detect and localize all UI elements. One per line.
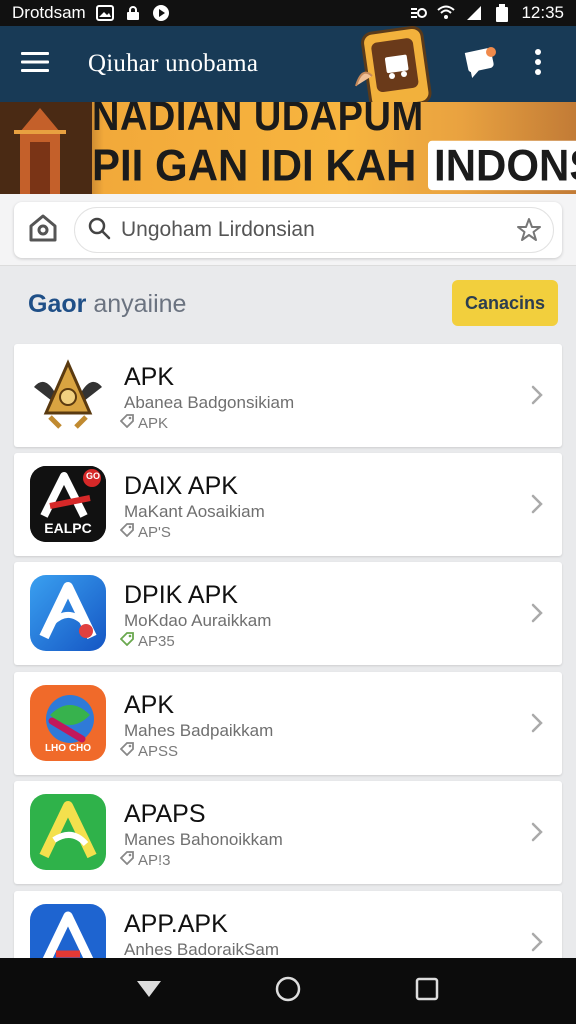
app-tag-label: AP'S [138, 523, 171, 541]
app-tag-label: AP!3 [138, 851, 171, 869]
play-notification-icon [152, 4, 170, 22]
menu-button[interactable] [0, 26, 70, 102]
phone-illustration [352, 25, 442, 110]
back-button[interactable] [123, 965, 175, 1017]
app-name: DPIK APK [124, 581, 238, 609]
home-circle-icon [274, 975, 302, 1008]
recents-button[interactable] [401, 965, 453, 1017]
chevron-right-icon [526, 599, 548, 627]
app-list-item[interactable]: GO EALPC DAIX APK MaKant Aosaikiam AP'S [14, 453, 562, 556]
garuda-emblem-icon [30, 357, 106, 433]
app-tag: AP!3 [119, 851, 171, 869]
recents-square-icon [415, 977, 439, 1006]
app-list-item[interactable]: LHO CHO APK Mahes Badpaikkam APSS [14, 672, 562, 775]
more-vert-icon [534, 48, 542, 80]
promo-banner[interactable]: NADIAN UDAPUM PII GAN IDI KAH INDONSIA! [0, 102, 576, 194]
app-name: APK [124, 691, 175, 719]
app-list-item[interactable]: APAPS Manes Bahonoikkam AP!3 [14, 781, 562, 884]
clock-label: 12:35 [521, 3, 564, 22]
wifi-icon [437, 4, 456, 22]
chat-icon [463, 46, 497, 83]
icon-text: EALPC [44, 520, 92, 536]
green-a-app-icon [30, 794, 106, 870]
section-title-rest: anyaiine [93, 290, 187, 318]
chevron-right-icon [526, 818, 548, 846]
tag-icon [119, 851, 134, 869]
search-card: Ungoham Lirdonsian [14, 202, 562, 258]
tag-icon [119, 414, 134, 432]
tag-icon [119, 523, 134, 541]
app-subtitle: Mahes Badpaikkam [124, 721, 274, 740]
star-icon [516, 217, 542, 248]
app-tag-label: APK [138, 414, 169, 432]
app-subtitle: MoKdao Auraikkam [124, 611, 272, 630]
tag-icon [119, 742, 134, 760]
app-name: APP.APK [124, 910, 228, 938]
app-subtitle: Abanea Badgonsikiam [124, 393, 295, 412]
home-button[interactable] [14, 202, 72, 258]
favorite-button[interactable] [513, 216, 545, 248]
app-tag-label: APSS [138, 742, 179, 760]
chevron-right-icon [526, 928, 548, 956]
search-section: Ungoham Lirdonsian [0, 194, 576, 266]
tag-icon [119, 632, 134, 650]
search-icon [87, 216, 111, 245]
category-button[interactable]: Canacins [452, 280, 558, 326]
app-list-item[interactable]: DPIK APK MoKdao Auraikkam AP35 [14, 562, 562, 665]
badge-text: GO [86, 471, 101, 481]
color-swirl-app-icon: LHO CHO [30, 685, 106, 761]
image-notification-icon [95, 4, 114, 22]
banner-headline-2-prefix: PII GAN IDI KAH [92, 140, 417, 191]
home-icon [28, 213, 58, 248]
app-subtitle: Manes Bahonoikkam [124, 830, 283, 849]
section-title-accent: Gaor [28, 290, 87, 318]
galpc-app-icon: GO EALPC [30, 466, 106, 542]
chevron-right-icon [526, 490, 548, 518]
blue-a-app-icon [30, 575, 106, 651]
app-tag: APSS [119, 742, 179, 760]
app-tag-label: AP35 [138, 632, 175, 650]
status-bar: Drotdsam 12:35 [0, 0, 576, 26]
banner-headline-1: NADIAN UDAPUM [92, 102, 424, 141]
sync-icon [409, 4, 428, 22]
app-name: APAPS [124, 800, 206, 828]
search-input[interactable]: Ungoham Lirdonsian [74, 207, 554, 253]
chat-button[interactable] [456, 40, 504, 88]
signal-icon [465, 4, 483, 22]
carrier-label: Drotdsam [12, 3, 86, 22]
section-header: Gaor anyaiine Canacins [0, 266, 576, 344]
app-subtitle: MaKant Aosaikiam [124, 502, 265, 521]
banner-highlight: INDONSIA! [428, 140, 576, 191]
app-tag: AP'S [119, 523, 171, 541]
home-nav-button[interactable] [262, 965, 314, 1017]
menu-icon [21, 51, 49, 78]
app-name: DAIX APK [124, 472, 238, 500]
chevron-right-icon [526, 381, 548, 409]
banner-headline-2: PII GAN IDI KAH INDONSIA! [92, 140, 576, 191]
app-tag: APK [119, 414, 169, 432]
search-text: Ungoham Lirdonsian [121, 218, 315, 241]
temple-illustration [0, 102, 92, 194]
system-nav-bar [0, 958, 576, 1024]
lock-notification-icon [124, 4, 142, 22]
section-title: Gaor anyaiine [28, 290, 186, 319]
app-name: APK [124, 363, 175, 391]
battery-icon [493, 4, 511, 22]
app-tag: AP35 [119, 632, 175, 650]
app-list-item[interactable]: APK Abanea Badgonsikiam APK [14, 344, 562, 447]
app-subtitle: Anhes BadoraikSam [124, 940, 279, 959]
icon-text: LHO CHO [44, 743, 92, 754]
back-triangle-icon [135, 979, 163, 1004]
chevron-right-icon [526, 709, 548, 737]
more-options-button[interactable] [520, 40, 556, 88]
